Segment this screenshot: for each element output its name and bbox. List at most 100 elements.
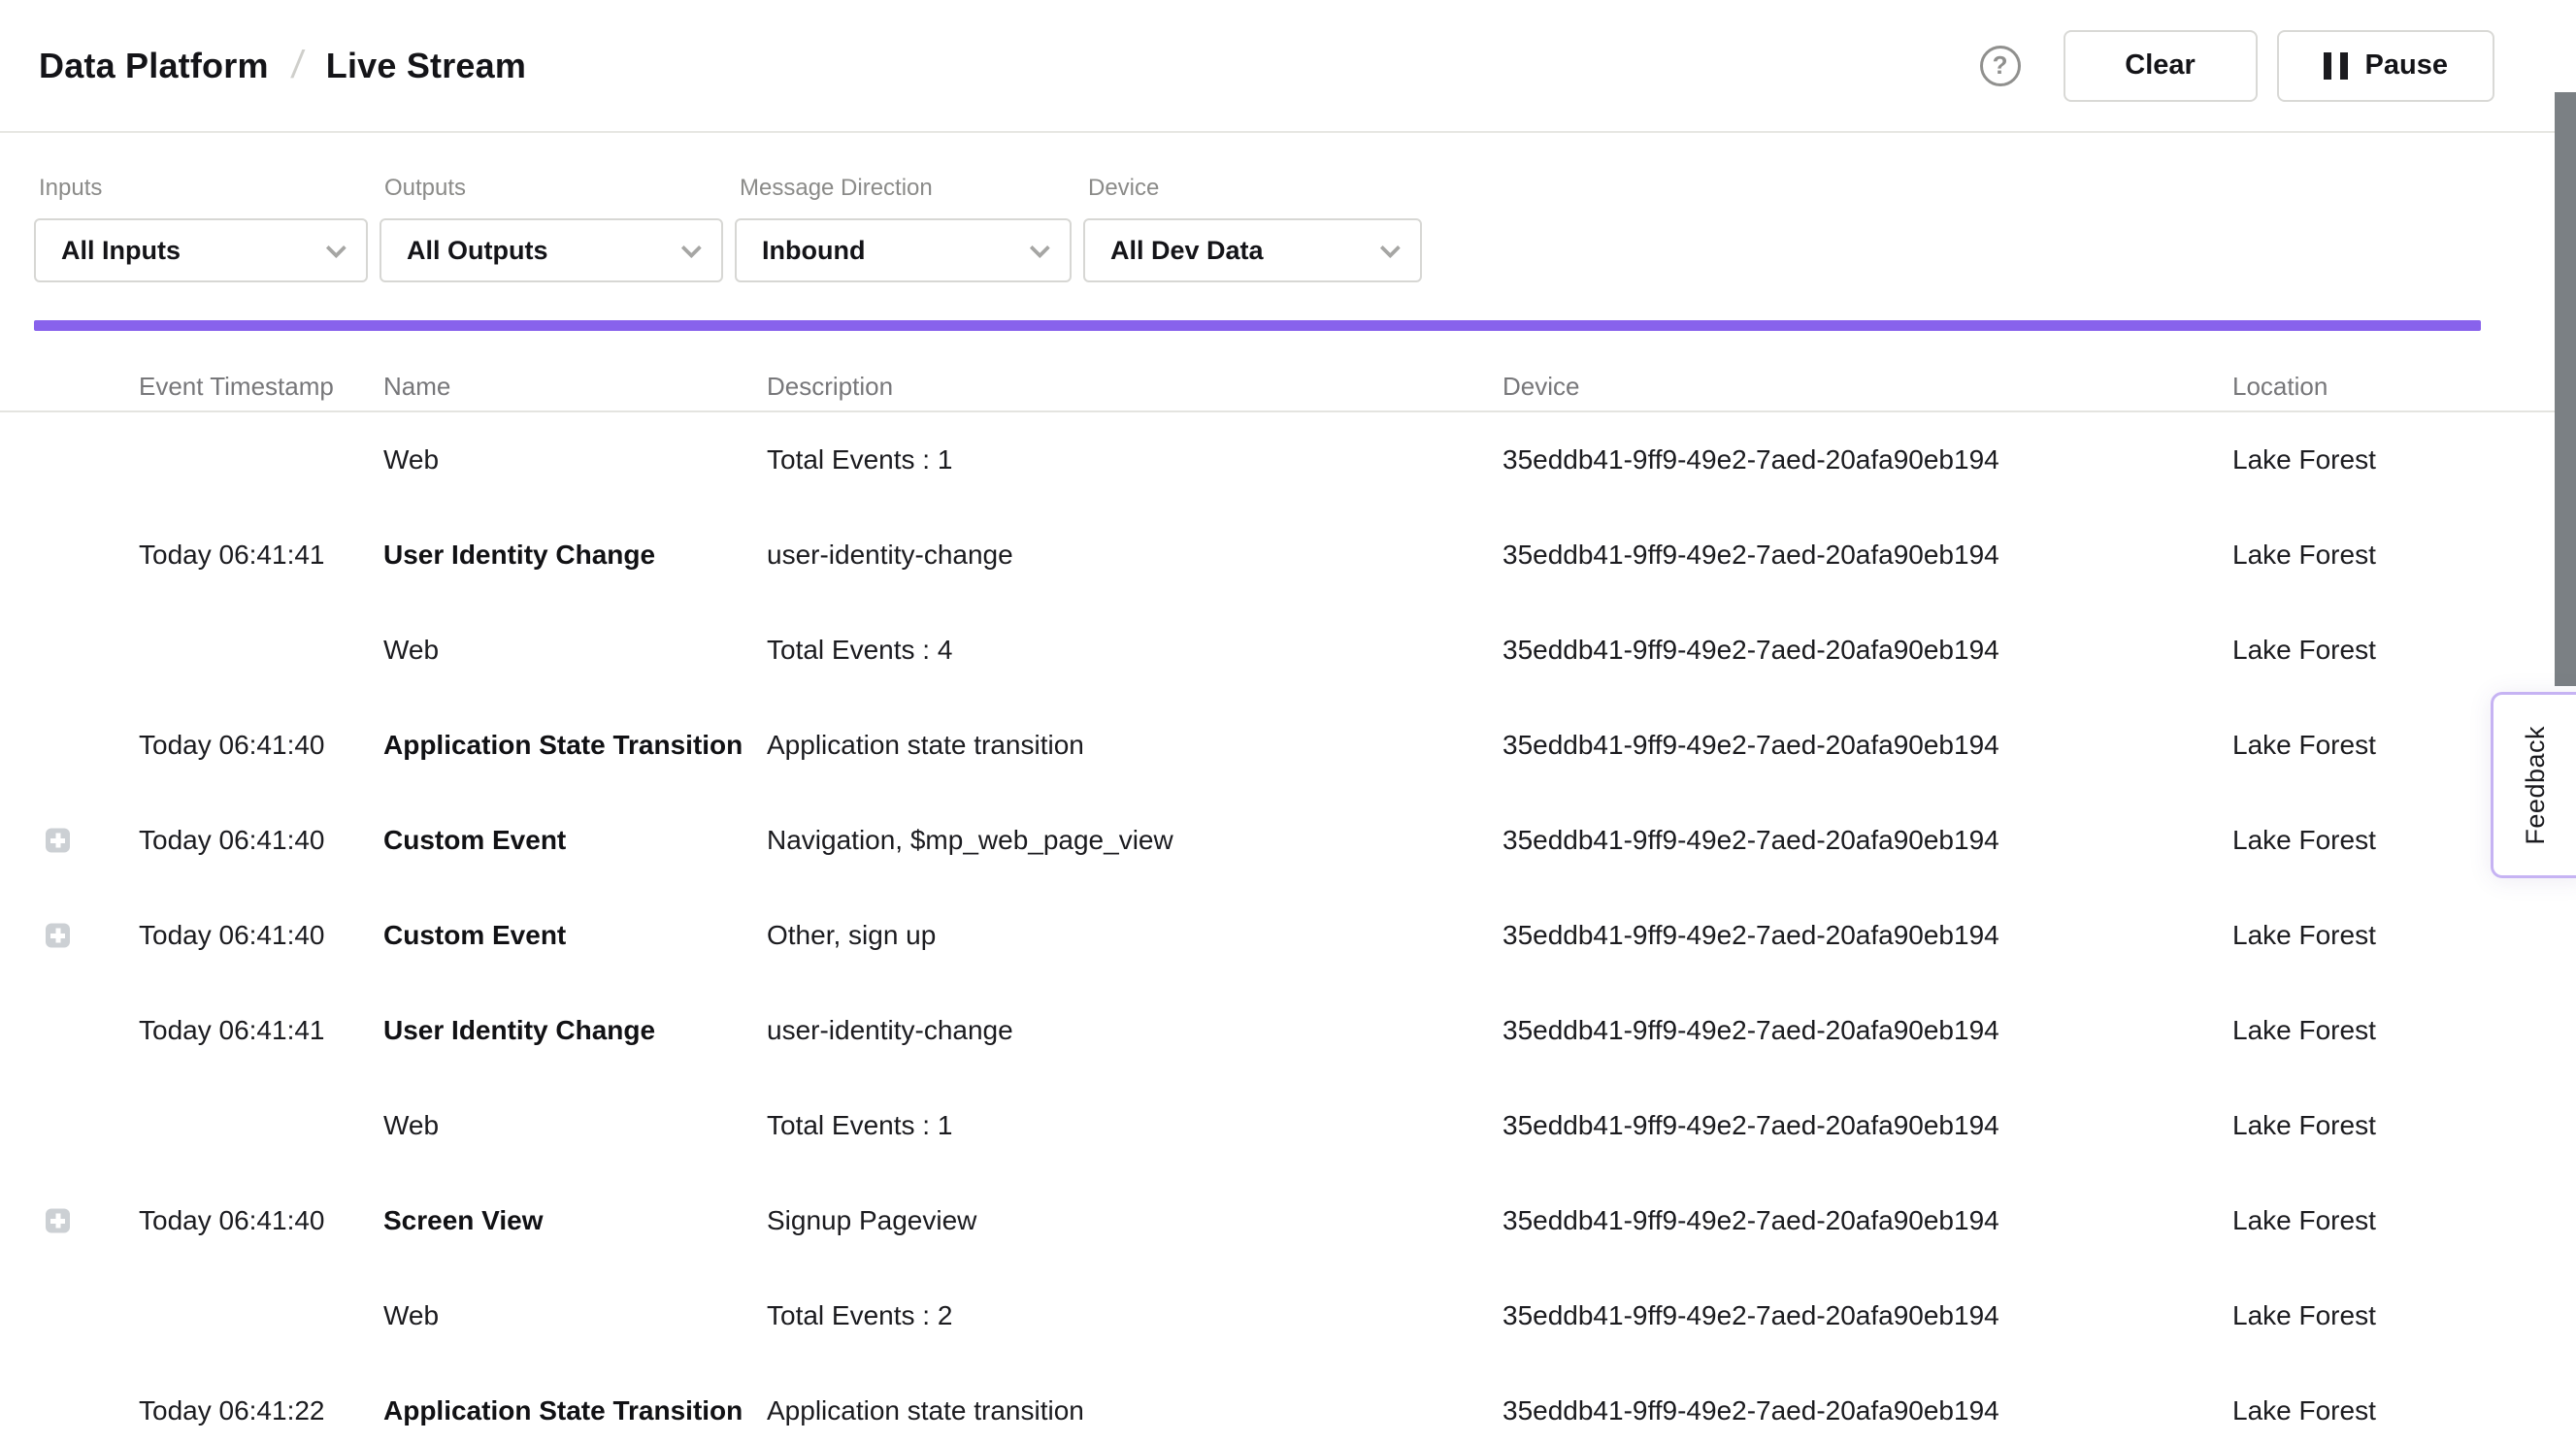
message-direction-filter-dropdown[interactable]: Inbound bbox=[735, 218, 1072, 282]
filter-group-message-direction: Message Direction Inbound bbox=[735, 175, 1072, 282]
live-stream-progress-bar bbox=[34, 320, 2481, 331]
event-timestamp-cell: Today 06:41:40 bbox=[139, 920, 325, 951]
event-description-cell: Total Events : 1 bbox=[767, 444, 952, 475]
filter-group-device: Device All Dev Data bbox=[1083, 175, 1422, 282]
event-description-cell: Application state transition bbox=[767, 730, 1084, 761]
filters-bar: Inputs All Inputs Outputs All Outputs Me… bbox=[34, 175, 1422, 282]
event-name-cell: Web bbox=[383, 444, 439, 475]
device-filter-value: All Dev Data bbox=[1110, 236, 1264, 266]
event-name-cell: Custom Event bbox=[383, 920, 566, 951]
event-name-cell: Custom Event bbox=[383, 825, 566, 856]
help-icon[interactable]: ? bbox=[1980, 46, 2021, 86]
event-description-cell: user-identity-change bbox=[767, 1015, 1013, 1046]
chevron-down-icon bbox=[1030, 238, 1050, 258]
event-device-cell: 35eddb41-9ff9-49e2-7aed-20afa90eb194 bbox=[1503, 1015, 1999, 1046]
expand-row-plus-icon[interactable] bbox=[46, 924, 70, 948]
event-timestamp-cell: Today 06:41:40 bbox=[139, 730, 325, 761]
event-description-cell: Other, sign up bbox=[767, 920, 936, 951]
event-location-cell: Lake Forest bbox=[2232, 825, 2376, 856]
outputs-filter-label: Outputs bbox=[380, 175, 723, 202]
table-row[interactable]: Today 06:41:40 Application State Transiti… bbox=[0, 698, 2576, 793]
event-location-cell: Lake Forest bbox=[2232, 730, 2376, 761]
table-header-row: Event Timestamp Name Description Device … bbox=[0, 331, 2576, 412]
table-body: Web Total Events : 1 35eddb41-9ff9-49e2-7a… bbox=[0, 412, 2576, 1442]
event-location-cell: Lake Forest bbox=[2232, 1300, 2376, 1331]
message-direction-filter-label: Message Direction bbox=[735, 175, 1072, 202]
event-timestamp-cell: Today 06:41:40 bbox=[139, 1205, 325, 1236]
event-location-cell: Lake Forest bbox=[2232, 920, 2376, 951]
event-description-cell: Total Events : 1 bbox=[767, 1110, 952, 1141]
column-header-name: Name bbox=[383, 372, 450, 402]
table-row[interactable]: Today 06:41:40 Custom Event Navigation, $m… bbox=[0, 793, 2576, 888]
pause-button-label: Pause bbox=[2365, 49, 2448, 82]
table-row[interactable]: Web Total Events : 2 35eddb41-9ff9-49e2-7a… bbox=[0, 1268, 2576, 1363]
inputs-filter-dropdown[interactable]: All Inputs bbox=[34, 218, 368, 282]
pause-button[interactable]: Pause bbox=[2277, 30, 2494, 102]
event-device-cell: 35eddb41-9ff9-49e2-7aed-20afa90eb194 bbox=[1503, 1300, 1999, 1331]
table-row[interactable]: Web Total Events : 1 35eddb41-9ff9-49e2-7a… bbox=[0, 1078, 2576, 1173]
event-device-cell: 35eddb41-9ff9-49e2-7aed-20afa90eb194 bbox=[1503, 1110, 1999, 1141]
breadcrumb: Data Platform / Live Stream bbox=[39, 0, 526, 131]
event-location-cell: Lake Forest bbox=[2232, 1015, 2376, 1046]
column-header-location: Location bbox=[2232, 372, 2328, 402]
outputs-filter-value: All Outputs bbox=[407, 236, 547, 266]
table-row[interactable]: Today 06:41:22 Application State Transiti… bbox=[0, 1363, 2576, 1442]
pause-icon bbox=[2324, 52, 2348, 80]
column-header-event-timestamp: Event Timestamp bbox=[139, 372, 334, 402]
inputs-filter-label: Inputs bbox=[34, 175, 368, 202]
vertical-scrollbar-thumb[interactable] bbox=[2555, 92, 2576, 686]
chevron-down-icon bbox=[1380, 238, 1401, 258]
event-timestamp-cell: Today 06:41:40 bbox=[139, 825, 325, 856]
filter-group-inputs: Inputs All Inputs bbox=[34, 175, 368, 282]
chevron-down-icon bbox=[681, 238, 702, 258]
breadcrumb-separator: / bbox=[288, 44, 305, 87]
event-timestamp-cell: Today 06:41:41 bbox=[139, 1015, 325, 1046]
event-description-cell: Total Events : 4 bbox=[767, 635, 952, 666]
table-row[interactable]: Today 06:41:40 Screen View Signup Pageview… bbox=[0, 1173, 2576, 1268]
outputs-filter-dropdown[interactable]: All Outputs bbox=[380, 218, 723, 282]
table-row[interactable]: Today 06:41:40 Custom Event Other, sign up… bbox=[0, 888, 2576, 983]
event-location-cell: Lake Forest bbox=[2232, 444, 2376, 475]
event-description-cell: Signup Pageview bbox=[767, 1205, 976, 1236]
event-device-cell: 35eddb41-9ff9-49e2-7aed-20afa90eb194 bbox=[1503, 444, 1999, 475]
feedback-tab[interactable]: Feedback bbox=[2491, 692, 2576, 878]
table-row[interactable]: Today 06:41:41 User Identity Change user-i… bbox=[0, 508, 2576, 603]
event-location-cell: Lake Forest bbox=[2232, 1110, 2376, 1141]
device-filter-label: Device bbox=[1083, 175, 1422, 202]
table-row[interactable]: Today 06:41:41User Identity Changeuser-i… bbox=[0, 983, 2576, 1078]
event-description-cell: Navigation, $mp_web_page_view bbox=[767, 825, 1173, 856]
event-name-cell: Web bbox=[383, 635, 439, 666]
table-row[interactable]: Web Total Events : 1 35eddb41-9ff9-49e2-7a… bbox=[0, 412, 2576, 508]
event-name-cell: Web bbox=[383, 1110, 439, 1141]
event-description-cell: Total Events : 2 bbox=[767, 1300, 952, 1331]
event-name-cell: User Identity Change bbox=[383, 540, 655, 571]
expand-row-plus-icon[interactable] bbox=[46, 1209, 70, 1233]
event-description-cell: user-identity-change bbox=[767, 540, 1013, 571]
event-name-cell: Application State Transition bbox=[383, 730, 743, 761]
event-device-cell: 35eddb41-9ff9-49e2-7aed-20afa90eb194 bbox=[1503, 920, 1999, 951]
event-name-cell: Screen View bbox=[383, 1205, 543, 1236]
breadcrumb-live-stream: Live Stream bbox=[326, 46, 526, 86]
event-name-cell: Application State Transition bbox=[383, 1395, 743, 1426]
event-description-cell: Application state transition bbox=[767, 1395, 1084, 1426]
event-device-cell: 35eddb41-9ff9-49e2-7aed-20afa90eb194 bbox=[1503, 635, 1999, 666]
event-timestamp-cell: Today 06:41:22 bbox=[139, 1395, 325, 1426]
filter-group-outputs: Outputs All Outputs bbox=[380, 175, 723, 282]
column-header-description: Description bbox=[767, 372, 893, 402]
inputs-filter-value: All Inputs bbox=[61, 236, 181, 266]
clear-button[interactable]: Clear bbox=[2064, 30, 2258, 102]
feedback-tab-label: Feedback bbox=[2521, 726, 2551, 845]
events-table: Event Timestamp Name Description Device … bbox=[0, 331, 2576, 1442]
event-device-cell: 35eddb41-9ff9-49e2-7aed-20afa90eb194 bbox=[1503, 540, 1999, 571]
live-stream-page: Data Platform / Live Stream ? Clear Paus… bbox=[0, 0, 2576, 1442]
event-timestamp-cell: Today 06:41:41 bbox=[139, 540, 325, 571]
top-bar: Data Platform / Live Stream ? Clear Paus… bbox=[0, 0, 2576, 133]
expand-row-plus-icon[interactable] bbox=[46, 829, 70, 853]
breadcrumb-data-platform[interactable]: Data Platform bbox=[39, 46, 269, 86]
top-actions: ? Clear Pause bbox=[1980, 0, 2494, 131]
event-device-cell: 35eddb41-9ff9-49e2-7aed-20afa90eb194 bbox=[1503, 1395, 1999, 1426]
event-location-cell: Lake Forest bbox=[2232, 1205, 2376, 1236]
event-name-cell: Web bbox=[383, 1300, 439, 1331]
table-row[interactable]: Web Total Events : 4 35eddb41-9ff9-49e2-7a… bbox=[0, 603, 2576, 698]
device-filter-dropdown[interactable]: All Dev Data bbox=[1083, 218, 1422, 282]
